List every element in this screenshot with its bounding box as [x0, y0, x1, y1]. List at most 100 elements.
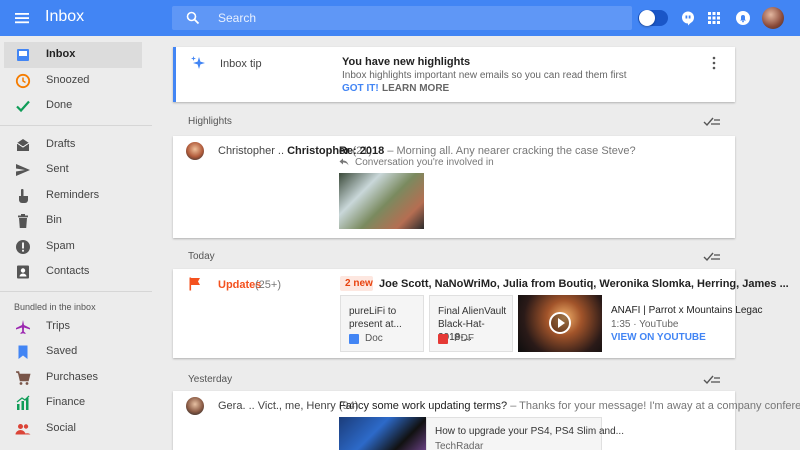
- bundle-senders: Joe Scott, NaNoWriMo, Julia from Boutiq,…: [379, 278, 789, 290]
- sidebar-item-label: Drafts: [46, 138, 76, 150]
- sidebar-item-label: Purchases: [46, 371, 98, 383]
- pin-icon: [639, 10, 655, 26]
- video-thumbnail[interactable]: [518, 295, 602, 352]
- sweep-done-icon[interactable]: [703, 115, 721, 127]
- sender-avatar: [186, 142, 204, 160]
- drafts-icon: [16, 139, 30, 151]
- tip-description: Inbox highlights important new emails so…: [342, 70, 627, 81]
- sidebar-item-saved[interactable]: Saved: [4, 339, 142, 365]
- pdf-icon: [438, 334, 448, 344]
- search-icon: [186, 11, 200, 25]
- got-it-button[interactable]: GOT IT!: [342, 83, 379, 94]
- sidebar-item-label: Reminders: [46, 189, 100, 201]
- send-icon: [16, 164, 30, 176]
- link-preview-title: How to upgrade your PS4, PS4 Slim and...: [435, 426, 624, 437]
- updates-bundle-card[interactable]: Updates (25+) 2 new Joe Scott, NaNoWriMo…: [173, 269, 789, 358]
- attachment-type: PDF: [454, 333, 474, 344]
- section-label-yesterday: Yesterday: [188, 374, 233, 385]
- sidebar-item-done[interactable]: Done: [4, 93, 142, 119]
- contacts-icon: [17, 265, 29, 279]
- search-bar[interactable]: Search: [172, 6, 632, 30]
- menu-icon[interactable]: [14, 10, 30, 26]
- sidebar-item-label: Spam: [46, 240, 75, 252]
- section-label-today: Today: [188, 251, 215, 262]
- tip-label: Inbox tip: [220, 58, 262, 70]
- flag-icon: [189, 277, 200, 291]
- attachment-type: Doc: [365, 333, 383, 344]
- inbox-icon: [17, 49, 29, 61]
- sidebar: Inbox Snoozed Done Drafts Sent Reminders…: [0, 36, 152, 450]
- sidebar-item-label: Inbox: [46, 48, 76, 60]
- sidebar-divider: [0, 125, 152, 126]
- tip-title: You have new highlights: [342, 56, 471, 68]
- account-avatar[interactable]: [762, 7, 784, 29]
- highlight-email-card[interactable]: Christopher .. Christopher (21) Re: 2018…: [173, 136, 735, 238]
- bundled-heading: Bundled in the inbox: [14, 302, 96, 312]
- attachment-chip-doc[interactable]: pureLiFi to present at... Doc: [340, 295, 424, 352]
- sidebar-item-label: Done: [46, 99, 73, 111]
- reminder-hand-icon: [19, 189, 28, 203]
- sidebar-item-label: Bin: [46, 214, 62, 226]
- sidebar-item-label: Snoozed: [46, 74, 90, 86]
- sidebar-divider: [0, 291, 152, 292]
- section-label-highlights: Highlights: [188, 116, 232, 127]
- hangouts-icon[interactable]: [680, 10, 696, 26]
- notifications-icon[interactable]: [735, 10, 751, 26]
- link-preview-thumbnail[interactable]: [339, 417, 426, 450]
- sweep-done-icon[interactable]: [703, 373, 721, 385]
- cart-icon: [16, 371, 31, 385]
- inbox-tip-card: Inbox tip You have new highlights Inbox …: [173, 47, 735, 102]
- pinned-toggle[interactable]: [638, 10, 668, 26]
- view-on-youtube-link[interactable]: VIEW ON YOUTUBE: [611, 332, 706, 343]
- email-subject: Re: 2018: [339, 145, 385, 157]
- sender-names: Gera. .. Vict., me, Henry: [218, 400, 336, 412]
- email-snippet: – Morning all. Any nearer cracking the c…: [384, 145, 636, 157]
- sidebar-item-label: Trips: [46, 320, 71, 332]
- attachment-chip-pdf[interactable]: Final AlienVault Black-Hat-2018-... PDF: [429, 295, 513, 352]
- bookmark-icon: [18, 345, 28, 359]
- email-subject-line: Fancy some work updating terms? – Thanks…: [339, 400, 800, 412]
- sweep-done-icon[interactable]: [703, 250, 721, 262]
- sidebar-item-label: Sent: [46, 163, 69, 175]
- email-snippet: – Thanks for your message! I'm away at a…: [507, 400, 800, 412]
- sidebar-item-social[interactable]: Social: [4, 416, 142, 442]
- sidebar-item-bin[interactable]: Bin: [4, 208, 142, 234]
- sidebar-item-inbox[interactable]: Inbox: [4, 42, 142, 68]
- new-badge-text: 2 new: [345, 278, 373, 289]
- link-preview-card[interactable]: How to upgrade your PS4, PS4 Slim and...…: [426, 417, 624, 450]
- link-preview-source: TechRadar: [435, 441, 484, 450]
- conversation-note: Conversation you're involved in: [355, 157, 494, 168]
- email-senders: Gera. .. Vict., me, Henry (94): [218, 400, 358, 412]
- sidebar-item-purchases[interactable]: Purchases: [4, 365, 142, 391]
- new-badge: 2 new: [340, 276, 373, 291]
- learn-more-button[interactable]: LEARN MORE: [382, 83, 449, 94]
- sidebar-item-reminders[interactable]: Reminders: [4, 183, 142, 209]
- apps-grid-icon[interactable]: [706, 10, 722, 26]
- email-subject: Fancy some work updating terms?: [339, 400, 508, 412]
- email-subject-line: Re: 2018 – Morning all. Any nearer crack…: [339, 145, 636, 157]
- trash-icon: [18, 214, 28, 228]
- top-app-bar: Inbox Search: [0, 0, 800, 36]
- sidebar-item-label: Saved: [46, 345, 78, 357]
- sidebar-item-drafts[interactable]: Drafts: [4, 132, 142, 158]
- sidebar-item-sent[interactable]: Sent: [4, 157, 142, 183]
- sidebar-item-spam[interactable]: Spam: [4, 234, 142, 260]
- plane-icon: [16, 320, 30, 334]
- chart-icon: [16, 395, 30, 410]
- people-icon: [15, 424, 31, 435]
- sidebar-item-trips[interactable]: Trips: [4, 314, 142, 340]
- more-vert-icon[interactable]: [710, 55, 718, 71]
- yesterday-email-card[interactable]: Gera. .. Vict., me, Henry (94) Fancy som…: [173, 391, 800, 450]
- sidebar-item-snoozed[interactable]: Snoozed: [4, 68, 142, 94]
- doc-icon: [349, 334, 359, 344]
- clock-icon: [15, 73, 31, 89]
- app-title: Inbox: [45, 8, 85, 25]
- sender-avatar: [186, 397, 204, 415]
- sender-name: Christopher ..: [218, 145, 285, 157]
- attachment-photo-thumbnail[interactable]: [339, 173, 424, 229]
- reply-icon: [339, 158, 349, 166]
- sidebar-item-finance[interactable]: Finance: [4, 390, 142, 416]
- sidebar-item-label: Social: [46, 422, 76, 434]
- sparkle-icon: [191, 56, 205, 69]
- sidebar-item-contacts[interactable]: Contacts: [4, 259, 142, 285]
